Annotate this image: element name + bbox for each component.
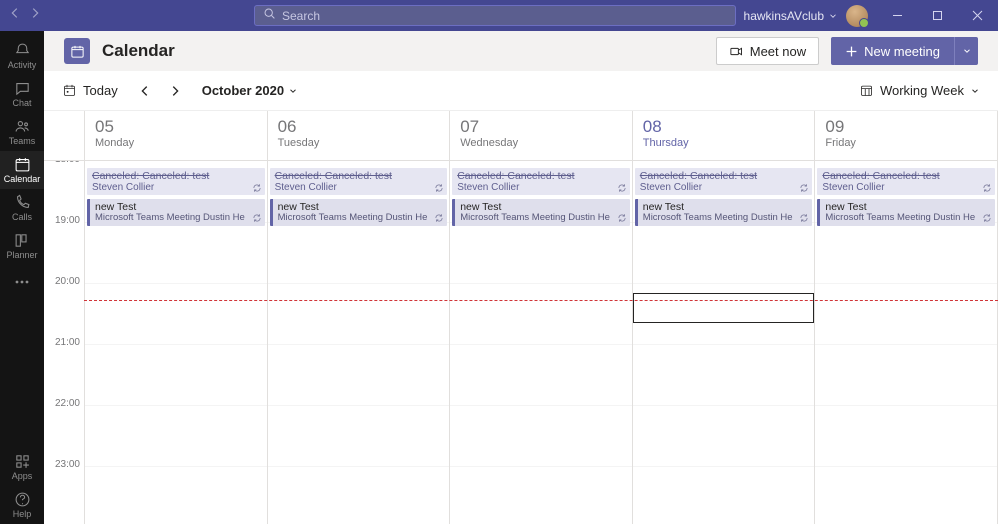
rail-activity[interactable]: Activity	[0, 37, 44, 75]
app-rail: Activity Chat Teams Calendar Calls Plann…	[0, 31, 44, 524]
event-meeting[interactable]: new TestMicrosoft Teams Meeting Dustin H…	[635, 199, 813, 226]
rail-apps[interactable]: Apps	[0, 448, 44, 486]
calendar-grid: 05Monday06Tuesday07Wednesday08Thursday09…	[44, 111, 998, 524]
search-box[interactable]	[254, 5, 736, 26]
day-header[interactable]: 06Tuesday	[267, 111, 450, 160]
rail-chat[interactable]: Chat	[0, 75, 44, 113]
search-icon	[263, 7, 276, 25]
day-column[interactable]: Canceled: Canceled: testSteven Collier ne…	[449, 161, 632, 524]
time-label: 23:00	[55, 459, 80, 470]
new-meeting-dropdown[interactable]	[954, 37, 978, 65]
calendar-toolbar: Today October 2020 Working Week	[44, 71, 998, 111]
meet-now-button[interactable]: Meet now	[716, 37, 819, 65]
prev-week-button[interactable]	[132, 78, 158, 104]
history-forward[interactable]	[28, 6, 42, 25]
event-meeting[interactable]: new TestMicrosoft Teams Meeting Dustin H…	[817, 199, 995, 226]
month-picker[interactable]: October 2020	[202, 83, 298, 98]
rail-help[interactable]: Help	[0, 486, 44, 524]
rail-calls[interactable]: Calls	[0, 189, 44, 227]
window-minimize[interactable]	[880, 0, 914, 31]
event-canceled[interactable]: Canceled: Canceled: testSteven Collier	[817, 168, 995, 195]
event-canceled[interactable]: Canceled: Canceled: testSteven Collier	[87, 168, 265, 195]
window-close[interactable]	[960, 0, 994, 31]
time-label: 18:00	[55, 161, 80, 165]
event-meeting[interactable]: new TestMicrosoft Teams Meeting Dustin H…	[87, 199, 265, 226]
view-picker[interactable]: Working Week	[859, 83, 980, 98]
event-canceled[interactable]: Canceled: Canceled: testSteven Collier	[452, 168, 630, 195]
event-meeting[interactable]: new TestMicrosoft Teams Meeting Dustin H…	[452, 199, 630, 226]
rail-teams[interactable]: Teams	[0, 113, 44, 151]
username-dropdown[interactable]: hawkinsAVclub	[744, 9, 838, 23]
next-week-button[interactable]	[162, 78, 188, 104]
day-column[interactable]: Canceled: Canceled: testSteven Collier ne…	[814, 161, 998, 524]
history-back[interactable]	[8, 6, 22, 25]
time-label: 22:00	[55, 398, 80, 409]
day-header[interactable]: 09Friday	[814, 111, 998, 160]
rail-more[interactable]	[0, 265, 44, 299]
selected-slot[interactable]	[633, 293, 815, 323]
titlebar: hawkinsAVclub	[0, 0, 998, 31]
window-maximize[interactable]	[920, 0, 954, 31]
day-column[interactable]: Canceled: Canceled: testSteven Collier ne…	[84, 161, 267, 524]
avatar[interactable]	[846, 5, 868, 27]
day-header[interactable]: 05Monday	[84, 111, 267, 160]
day-header[interactable]: 07Wednesday	[449, 111, 632, 160]
search-input[interactable]	[282, 9, 727, 23]
event-canceled[interactable]: Canceled: Canceled: testSteven Collier	[635, 168, 813, 195]
page-header: Calendar Meet now New meeting	[44, 31, 998, 71]
time-label: 21:00	[55, 337, 80, 348]
rail-calendar[interactable]: Calendar	[0, 151, 44, 189]
day-header[interactable]: 08Thursday	[632, 111, 815, 160]
time-label: 19:00	[55, 215, 80, 226]
time-label: 20:00	[55, 276, 80, 287]
calendar-app-icon	[64, 38, 90, 64]
current-time-line	[84, 300, 998, 301]
day-column[interactable]: Canceled: Canceled: testSteven Collier ne…	[267, 161, 450, 524]
event-canceled[interactable]: Canceled: Canceled: testSteven Collier	[270, 168, 448, 195]
new-meeting-button[interactable]: New meeting	[831, 37, 954, 65]
day-column[interactable]: Canceled: Canceled: testSteven Collier ne…	[632, 161, 815, 524]
page-title: Calendar	[102, 41, 175, 61]
today-button[interactable]: Today	[62, 77, 118, 105]
rail-planner[interactable]: Planner	[0, 227, 44, 265]
event-meeting[interactable]: new TestMicrosoft Teams Meeting Dustin H…	[270, 199, 448, 226]
